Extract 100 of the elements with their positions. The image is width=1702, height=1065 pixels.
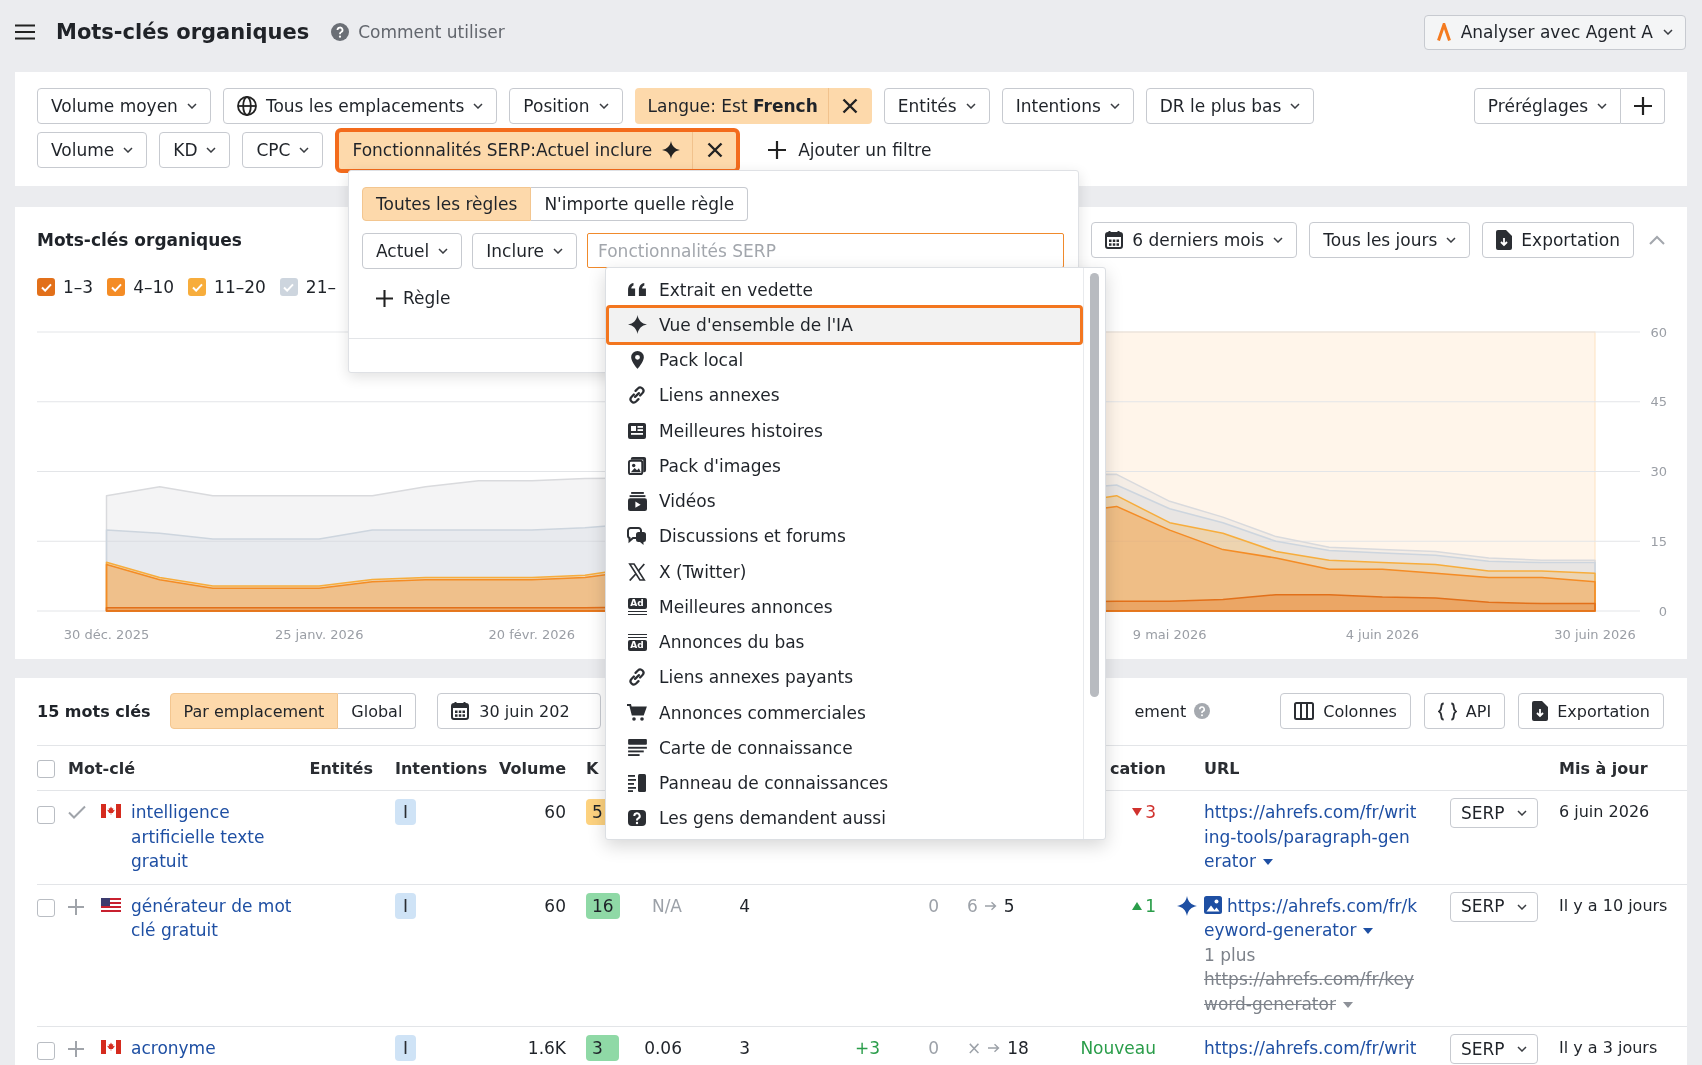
menu-item[interactable]: Liens annexes xyxy=(606,377,1083,413)
link-icon xyxy=(628,386,646,405)
filter-dropdown[interactable]: Volume moyen xyxy=(37,88,211,124)
menu-item[interactable]: Carte de connaissance xyxy=(606,730,1083,766)
legend-checkbox[interactable] xyxy=(107,278,126,296)
column-header[interactable]: K xyxy=(586,758,599,778)
check-icon[interactable] xyxy=(68,805,86,819)
legend-checkbox[interactable] xyxy=(188,278,207,296)
quote-icon xyxy=(628,283,646,297)
input-field[interactable]: Fonctionnalités SERP xyxy=(587,233,1064,268)
keyword-link[interactable]: intelligence artificielle texte gratuit xyxy=(131,800,299,874)
interval-dropdown[interactable]: Tous les jours xyxy=(1309,222,1471,258)
presets-dropdown[interactable]: Préréglages xyxy=(1473,88,1621,124)
chevron-down-icon xyxy=(1109,103,1120,109)
location-dropdown[interactable]: Tous les emplacements xyxy=(222,88,498,124)
scrollbar-thumb[interactable] xyxy=(1090,273,1099,697)
legend-label: 1–3 xyxy=(63,277,94,297)
menu-item[interactable]: Ad Meilleures annonces xyxy=(606,589,1083,625)
menu-icon[interactable] xyxy=(15,24,35,40)
serp-dropdown[interactable]: SERP xyxy=(1450,1034,1538,1064)
braces-icon xyxy=(1437,701,1457,721)
filter-dropdown[interactable]: CPC xyxy=(242,132,324,168)
table-cell-text: 18 xyxy=(1007,1037,1029,1060)
column-header[interactable]: Volume xyxy=(499,758,566,778)
keyword-link[interactable]: acronyme xyxy=(131,1036,299,1061)
column-header[interactable]: Mot-clé xyxy=(68,758,136,778)
menu-item[interactable]: Pack d'images xyxy=(606,448,1083,484)
serp-dropdown[interactable]: SERP xyxy=(1450,798,1538,828)
url-link[interactable]: https://ahrefs.com/fr/writ xyxy=(1204,1036,1420,1061)
plus-icon[interactable] xyxy=(68,1041,84,1057)
check-icon xyxy=(191,282,203,292)
legend-checkbox[interactable] xyxy=(37,278,55,296)
axis-label: 30 juin 2026 xyxy=(1554,627,1636,642)
chevron-down-icon xyxy=(186,103,197,109)
column-header[interactable]: Mis à jour xyxy=(1559,758,1648,778)
filter-dropdown[interactable]: Entités xyxy=(883,88,990,124)
filter-dropdown[interactable]: Intentions xyxy=(1001,88,1134,124)
calendar-icon xyxy=(1105,231,1124,249)
view-tab[interactable]: Par emplacement xyxy=(169,693,339,729)
menu-item[interactable]: Extrait en vedette xyxy=(606,272,1083,308)
match-mode-tab[interactable]: N'importe quelle règle xyxy=(531,187,749,221)
caret-down-icon[interactable] xyxy=(1262,859,1273,865)
sparkle-icon xyxy=(627,315,647,335)
column-header[interactable]: cation xyxy=(1110,758,1166,778)
api-button[interactable]: API xyxy=(1423,693,1506,729)
chevron-up-icon[interactable] xyxy=(1649,235,1665,245)
menu-item[interactable]: Ad Annonces du bas xyxy=(606,624,1083,660)
menu-item[interactable]: X (Twitter) xyxy=(606,554,1083,590)
menu-item[interactable]: Panneau de connaissances xyxy=(606,765,1083,801)
match-mode-tab[interactable]: Toutes les règles xyxy=(362,187,532,221)
keyword-link[interactable]: générateur de mot clé gratuit xyxy=(131,893,299,943)
previous-url-link[interactable]: https://ahrefs.com/fr/keyword-generator xyxy=(1204,967,1420,1016)
add-rule-button[interactable]: Règle xyxy=(362,286,451,310)
date-picker-button[interactable]: 30 juin 202 xyxy=(437,693,601,729)
plus-icon xyxy=(1633,97,1652,115)
filter-dropdown[interactable]: DR le plus bas xyxy=(1145,88,1315,124)
active-filter[interactable]: Langue: Est French xyxy=(634,88,872,124)
plus-icon[interactable] xyxy=(68,898,84,915)
help-icon[interactable] xyxy=(1194,703,1211,719)
axis-label: 30 déc. 2025 xyxy=(63,627,150,642)
menu-item[interactable]: Meilleures histoires xyxy=(606,413,1083,449)
add-preset-button[interactable] xyxy=(1621,88,1665,124)
menu-item[interactable]: Vue d'ensemble de l'IA xyxy=(606,305,1083,345)
url-link[interactable]: https://ahrefs.com/fr/keyword-generator xyxy=(1204,893,1420,943)
url-link[interactable]: https://ahrefs.com/fr/writing-tools/paragraph-generator xyxy=(1204,800,1420,874)
add-filter-button[interactable]: Ajouter un filtre xyxy=(762,132,938,168)
serp-dropdown[interactable]: SERP xyxy=(1450,891,1538,922)
calendar-icon xyxy=(451,702,470,720)
active-filter[interactable]: Fonctionnalités SERP:Actuel inclure xyxy=(335,127,741,173)
filter-dropdown[interactable]: Position xyxy=(509,88,623,124)
menu-item[interactable]: Vidéos xyxy=(606,483,1083,519)
scope-dropdown[interactable]: Actuel xyxy=(362,233,463,269)
columns-button[interactable]: Colonnes xyxy=(1280,693,1411,729)
table-cell: N/A xyxy=(651,895,682,916)
checkbox[interactable] xyxy=(37,1041,55,1060)
menu-item[interactable]: Pack local xyxy=(606,342,1083,378)
x-icon xyxy=(628,562,646,581)
table-cell-text: 5 xyxy=(1003,894,1015,918)
help-link[interactable]: Comment utiliser xyxy=(331,22,505,42)
column-header[interactable]: Intentions xyxy=(395,758,488,778)
view-tab[interactable]: Global xyxy=(338,693,417,729)
caret-down-icon[interactable] xyxy=(1363,928,1374,934)
column-header[interactable]: Entités xyxy=(309,758,373,778)
export-button[interactable]: Exportation xyxy=(1482,222,1634,258)
operator-dropdown[interactable]: Inclure xyxy=(472,233,578,269)
checkbox[interactable] xyxy=(37,899,55,917)
checkbox[interactable] xyxy=(37,759,55,778)
menu-item[interactable]: Annonces commerciales xyxy=(606,695,1083,731)
checkbox[interactable] xyxy=(37,805,55,824)
export-button[interactable]: Exportation xyxy=(1518,693,1664,729)
menu-item[interactable]: Discussions et forums xyxy=(606,518,1083,554)
menu-item[interactable]: Liens annexes payants xyxy=(606,659,1083,695)
column-header[interactable]: URL xyxy=(1204,758,1240,778)
triangle-down-icon xyxy=(1132,808,1143,817)
filter-dropdown[interactable]: KD xyxy=(159,132,231,168)
table-cell: 0 xyxy=(928,895,939,916)
axis-label: 60 xyxy=(1650,324,1667,340)
agent-button[interactable]: Analyser avec Agent A xyxy=(1423,14,1686,50)
period-dropdown[interactable]: 6 derniers mois xyxy=(1091,222,1298,258)
filter-dropdown[interactable]: Volume xyxy=(37,132,148,168)
